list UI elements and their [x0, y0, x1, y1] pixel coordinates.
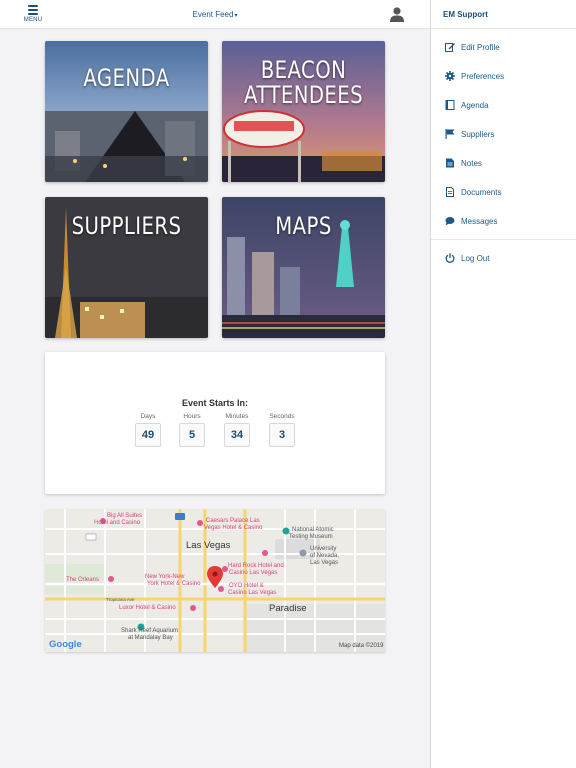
menu-item-agenda[interactable]: Agenda	[431, 91, 576, 120]
menu-item-label: Suppliers	[461, 130, 495, 139]
menu-item-messages[interactable]: Messages	[431, 207, 576, 236]
menu-item-edit-profile[interactable]: Edit Profile	[431, 33, 576, 62]
map-label-the-orleans: The Orleans	[66, 577, 100, 583]
menu-item-label: Agenda	[461, 101, 489, 110]
countdown-hours: Hours 5	[172, 413, 212, 447]
map-label-tropicana: Tropicana Ave	[106, 597, 135, 602]
hours-label: Hours	[183, 413, 201, 420]
menu-item-documents[interactable]: Documents	[431, 178, 576, 207]
event-countdown-card: Event Starts In: Days 49 Hours 5 Minutes…	[45, 352, 385, 494]
note-icon	[446, 158, 454, 168]
edit-icon	[445, 43, 455, 52]
map-attribution: Map data ©2019	[339, 643, 384, 649]
menu-item-log-out[interactable]: Log Out	[431, 244, 576, 273]
chat-icon	[445, 217, 455, 226]
caret-down-icon: ▾	[234, 13, 238, 19]
side-menu-header: EM Support	[431, 0, 576, 29]
main-pane: MENU Event Feed▾ AGENDA BEACON ATTENDEES…	[0, 0, 430, 768]
menu-item-label: Edit Profile	[461, 43, 500, 52]
map-label-caesars2: Vegas Hotel & Casino	[204, 525, 263, 531]
map-label-casino-lv2: Casino Las Vegas	[228, 590, 277, 596]
page-title: Event Feed	[192, 10, 234, 19]
maps-tile-title: MAPS	[275, 212, 332, 240]
seconds-label: Seconds	[269, 413, 295, 420]
map-label-national-atomic: National Atomic	[292, 527, 334, 533]
map-label-hard-rock: Hard Rock Hotel and	[228, 563, 284, 569]
document-icon	[446, 187, 454, 197]
suppliers-tile[interactable]: SUPPLIERS	[45, 197, 208, 338]
countdown-days: Days 49	[128, 413, 168, 447]
menu-item-notes[interactable]: Notes	[431, 149, 576, 178]
event-feed-dropdown[interactable]: Event Feed▾	[0, 10, 430, 19]
event-map[interactable]: Big All Suites Hotel and Casino Caesars …	[45, 509, 385, 652]
map-label-casino-lv: Casino Las Vegas	[229, 570, 278, 576]
minutes-value: 34	[224, 423, 250, 447]
google-logo: Google	[49, 639, 82, 650]
menu-item-label: Log Out	[461, 254, 490, 263]
map-label-new-york: New York-New	[145, 574, 185, 580]
countdown-heading: Event Starts In:	[181, 398, 248, 408]
menu-item-suppliers[interactable]: Suppliers	[431, 120, 576, 149]
map-label-luxor: Luxor Hotel & Casino	[119, 605, 176, 611]
power-icon	[445, 253, 455, 263]
map-label-oyo: OYO Hotel &	[229, 583, 264, 589]
agenda-tile[interactable]: AGENDA	[45, 41, 208, 182]
map-label-testing-museum: Testing Museum	[289, 534, 333, 540]
menu-item-label: Preferences	[461, 72, 505, 81]
beacon-attendees-tile[interactable]: BEACON ATTENDEES	[222, 41, 385, 182]
countdown-seconds: Seconds 3	[262, 413, 302, 447]
flag-icon	[445, 129, 455, 139]
side-menu: EM Support Edit Profile Preferences Agen…	[430, 0, 576, 768]
map-label-lv: Las Vegas	[310, 560, 339, 566]
minutes-label: Minutes	[225, 413, 249, 420]
map-label-hotel-casino: Hotel and Casino	[94, 520, 141, 526]
book-icon	[445, 100, 455, 110]
menu-divider	[431, 236, 576, 240]
days-label: Days	[140, 413, 156, 420]
seconds-value: 3	[269, 423, 295, 447]
menu-item-label: Notes	[461, 159, 482, 168]
las-vegas-skyline-image	[45, 41, 208, 182]
agenda-tile-title: AGENDA	[83, 64, 170, 92]
beacon-tile-title-line1: BEACON	[260, 56, 347, 84]
hours-value: 5	[179, 423, 205, 447]
map-label-of-nevada: of Nevada,	[310, 553, 340, 559]
menu-item-preferences[interactable]: Preferences	[431, 62, 576, 91]
map-label-mandalay: at Mandalay Bay	[128, 635, 173, 641]
menu-item-label: Documents	[461, 188, 502, 197]
gear-icon	[445, 71, 455, 81]
days-value: 49	[135, 423, 161, 447]
top-bar: MENU Event Feed▾	[0, 0, 430, 29]
map-label-university: University	[310, 546, 337, 552]
menu-item-label: Messages	[461, 217, 498, 226]
map-label-las-vegas: Las Vegas	[186, 540, 231, 551]
beacon-tile-title-line2: ATTENDEES	[243, 81, 364, 109]
countdown-minutes: Minutes 34	[217, 413, 257, 447]
map-label-shark-reef: Shark Reef Aquarium	[121, 628, 179, 634]
maps-tile[interactable]: MAPS	[222, 197, 385, 338]
map-label-caesars: Caesars Palace Las	[206, 518, 260, 524]
user-avatar-icon[interactable]	[389, 6, 405, 22]
map-label-big-all-suites: Big All Suites	[107, 513, 143, 519]
map-label-york-hotel: York Hotel & Casino	[147, 581, 201, 587]
map-label-paradise: Paradise	[269, 603, 307, 614]
suppliers-tile-title: SUPPLIERS	[71, 212, 182, 240]
